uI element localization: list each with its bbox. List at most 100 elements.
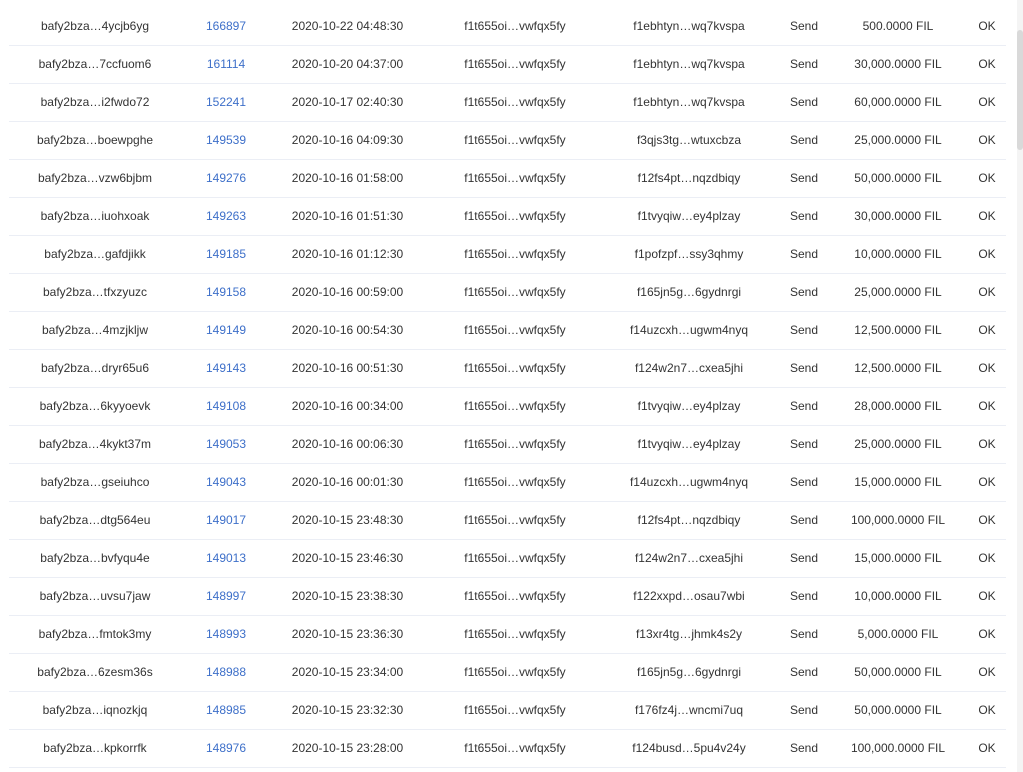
- to-address-link[interactable]: f13xr4tg…jhmk4s2y: [606, 616, 772, 653]
- message-cid-link[interactable]: bafy2bza…6zesm36s: [9, 654, 181, 691]
- message-time: 2020-10-15 23:28:00: [291, 741, 404, 755]
- from-address-link[interactable]: f1t655oi…vwfqx5fy: [424, 426, 606, 463]
- block-height-link[interactable]: 149539: [181, 122, 271, 159]
- from-address-link[interactable]: f1t655oi…vwfqx5fy: [424, 616, 606, 653]
- block-height-link[interactable]: 149043: [181, 464, 271, 501]
- message-cid-link[interactable]: bafy2bza…dtg564eu: [9, 502, 181, 539]
- to-address-link[interactable]: f165jn5g…6gydnrgi: [606, 654, 772, 691]
- table-row: bafy2bza…kpkorrfk 148976 2020-10-15 23:28:…: [9, 730, 1006, 768]
- block-height-link[interactable]: 149263: [181, 198, 271, 235]
- from-address-link[interactable]: f1t655oi…vwfqx5fy: [424, 388, 606, 425]
- message-time: 2020-10-16 00:54:30: [291, 323, 404, 337]
- message-cid-link[interactable]: bafy2bza…uvsu7jaw: [9, 578, 181, 615]
- message-cid-link[interactable]: bafy2bza…iuohxoak: [9, 198, 181, 235]
- from-address-link[interactable]: f1t655oi…vwfqx5fy: [424, 46, 606, 83]
- message-cid-link[interactable]: bafy2bza…6kyyoevk: [9, 388, 181, 425]
- to-address-link[interactable]: f124w2n7…cxea5jhi: [606, 540, 772, 577]
- method-label: Send: [789, 513, 819, 527]
- block-height-link[interactable]: 148988: [181, 654, 271, 691]
- message-cid-link[interactable]: bafy2bza…vzw6bjbm: [9, 160, 181, 197]
- block-height-link[interactable]: 149149: [181, 312, 271, 349]
- to-address-link[interactable]: f1ebhtyn…wq7kvspa: [606, 46, 772, 83]
- to-address-link[interactable]: f176fz4j…wncmi7uq: [606, 692, 772, 729]
- block-height-link[interactable]: 149185: [181, 236, 271, 273]
- message-cid-link[interactable]: bafy2bza…4ycjb6yg: [9, 8, 181, 45]
- from-address-link[interactable]: f1t655oi…vwfqx5fy: [424, 730, 606, 767]
- table-row: bafy2bza…4ycjb6yg 166897 2020-10-22 04:48:…: [9, 8, 1006, 46]
- message-cid-link[interactable]: bafy2bza…bvfyqu4e: [9, 540, 181, 577]
- to-address-link[interactable]: f124busd…5pu4v24y: [606, 730, 772, 767]
- from-address-link[interactable]: f1t655oi…vwfqx5fy: [424, 8, 606, 45]
- message-cid-link[interactable]: bafy2bza…i2fwdo72: [9, 84, 181, 121]
- message-time: 2020-10-16 00:34:00: [291, 399, 404, 413]
- to-address-link[interactable]: f12fs4pt…nqzdbiqy: [606, 160, 772, 197]
- from-address-link[interactable]: f1t655oi…vwfqx5fy: [424, 84, 606, 121]
- block-height-link[interactable]: 166897: [181, 8, 271, 45]
- message-cid-link[interactable]: bafy2bza…gafdjikk: [9, 236, 181, 273]
- message-time: 2020-10-16 00:59:00: [291, 285, 404, 299]
- status-label: OK: [978, 665, 996, 679]
- message-cid-link[interactable]: bafy2bza…7ccfuom6: [9, 46, 181, 83]
- from-address-link[interactable]: f1t655oi…vwfqx5fy: [424, 312, 606, 349]
- message-cid-link[interactable]: bafy2bza…tfxzyuzc: [9, 274, 181, 311]
- block-height-link[interactable]: 149013: [181, 540, 271, 577]
- to-address-link[interactable]: f1pofzpf…ssy3qhmy: [606, 236, 772, 273]
- method-label: Send: [789, 285, 819, 299]
- method-label: Send: [789, 247, 819, 261]
- method-label: Send: [789, 171, 819, 185]
- block-height-link[interactable]: 148976: [181, 730, 271, 767]
- block-height-link[interactable]: 148997: [181, 578, 271, 615]
- message-cid-link[interactable]: bafy2bza…4kykt37m: [9, 426, 181, 463]
- method-label: Send: [789, 475, 819, 489]
- block-height-link[interactable]: 149017: [181, 502, 271, 539]
- from-address-link[interactable]: f1t655oi…vwfqx5fy: [424, 692, 606, 729]
- from-address-link[interactable]: f1t655oi…vwfqx5fy: [424, 502, 606, 539]
- message-time: 2020-10-16 00:01:30: [291, 475, 404, 489]
- to-address-link[interactable]: f122xxpd…osau7wbi: [606, 578, 772, 615]
- block-height-link[interactable]: 149276: [181, 160, 271, 197]
- message-time: 2020-10-16 01:12:30: [291, 247, 404, 261]
- to-address-link[interactable]: f14uzcxh…ugwm4nyq: [606, 464, 772, 501]
- from-address-link[interactable]: f1t655oi…vwfqx5fy: [424, 464, 606, 501]
- block-height-link[interactable]: 152241: [181, 84, 271, 121]
- from-address-link[interactable]: f1t655oi…vwfqx5fy: [424, 274, 606, 311]
- from-address-link[interactable]: f1t655oi…vwfqx5fy: [424, 122, 606, 159]
- block-height-link[interactable]: 148993: [181, 616, 271, 653]
- block-height-link[interactable]: 148985: [181, 692, 271, 729]
- message-cid-link[interactable]: bafy2bza…4mzjkljw: [9, 312, 181, 349]
- to-address-link[interactable]: f12fs4pt…nqzdbiqy: [606, 502, 772, 539]
- to-address-link[interactable]: f1tvyqiw…ey4plzay: [606, 198, 772, 235]
- from-address-link[interactable]: f1t655oi…vwfqx5fy: [424, 350, 606, 387]
- message-cid-link[interactable]: bafy2bza…dryr65u6: [9, 350, 181, 387]
- block-height-link[interactable]: 149108: [181, 388, 271, 425]
- from-address-link[interactable]: f1t655oi…vwfqx5fy: [424, 578, 606, 615]
- from-address-link[interactable]: f1t655oi…vwfqx5fy: [424, 198, 606, 235]
- from-address-link[interactable]: f1t655oi…vwfqx5fy: [424, 654, 606, 691]
- block-height-link[interactable]: 149143: [181, 350, 271, 387]
- message-cid-link[interactable]: bafy2bza…kpkorrfk: [9, 730, 181, 767]
- to-address-link[interactable]: f124w2n7…cxea5jhi: [606, 350, 772, 387]
- block-height-link[interactable]: 149053: [181, 426, 271, 463]
- from-address-link[interactable]: f1t655oi…vwfqx5fy: [424, 160, 606, 197]
- from-address-link[interactable]: f1t655oi…vwfqx5fy: [424, 540, 606, 577]
- vertical-scrollbar[interactable]: [1017, 0, 1023, 772]
- message-cid-link[interactable]: bafy2bza…gseiuhco: [9, 464, 181, 501]
- to-address-link[interactable]: f1ebhtyn…wq7kvspa: [606, 84, 772, 121]
- block-height-link[interactable]: 161114: [181, 46, 271, 83]
- to-address-link[interactable]: f3qjs3tg…wtuxcbza: [606, 122, 772, 159]
- scrollbar-thumb[interactable]: [1017, 30, 1023, 150]
- to-address-link[interactable]: f165jn5g…6gydnrgi: [606, 274, 772, 311]
- value-amount: 15,000.0000 FIL: [854, 475, 942, 489]
- message-cid-link[interactable]: bafy2bza…boewpghe: [9, 122, 181, 159]
- table-row: bafy2bza…4mzjkljw 149149 2020-10-16 00:54:…: [9, 312, 1006, 350]
- to-address-link[interactable]: f1tvyqiw…ey4plzay: [606, 426, 772, 463]
- to-address-link[interactable]: f1ebhtyn…wq7kvspa: [606, 8, 772, 45]
- block-height-link[interactable]: 149158: [181, 274, 271, 311]
- to-address-link[interactable]: f14uzcxh…ugwm4nyq: [606, 312, 772, 349]
- table-row: bafy2bza…uvsu7jaw 148997 2020-10-15 23:38:…: [9, 578, 1006, 616]
- table-row: bafy2bza…bvfyqu4e 149013 2020-10-15 23:46:…: [9, 540, 1006, 578]
- message-cid-link[interactable]: bafy2bza…iqnozkjq: [9, 692, 181, 729]
- message-cid-link[interactable]: bafy2bza…fmtok3my: [9, 616, 181, 653]
- to-address-link[interactable]: f1tvyqiw…ey4plzay: [606, 388, 772, 425]
- from-address-link[interactable]: f1t655oi…vwfqx5fy: [424, 236, 606, 273]
